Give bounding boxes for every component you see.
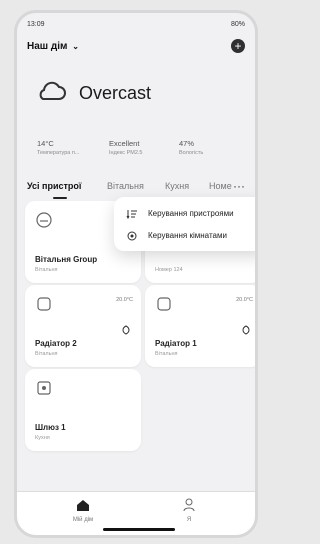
home-icon — [77, 500, 89, 511]
nav-my-home[interactable]: Мій дім — [53, 498, 113, 523]
humidity-stat: 47% Вологість — [179, 139, 203, 156]
device-temp: 20.0°C — [116, 297, 133, 303]
home-header: Наш дім ⌄ + — [27, 39, 245, 57]
home-title: Наш дім — [27, 41, 68, 52]
menu-label: Керування кімнатами — [148, 231, 227, 240]
tab-all-devices[interactable]: Усі пристрої — [27, 181, 81, 191]
device-room: Вітальня — [35, 267, 58, 273]
more-tabs-button[interactable]: ··· — [233, 179, 245, 193]
nav-profile[interactable]: Я — [159, 498, 219, 523]
device-room: Вітальня — [35, 351, 58, 357]
device-room: Номер 124 — [155, 267, 183, 273]
eco-icon — [122, 325, 130, 335]
user-icon — [183, 498, 195, 512]
menu-item-manage-rooms[interactable]: Керування кімнатами — [126, 227, 255, 245]
eco-icon — [242, 325, 250, 335]
context-menu: Керування пристроями Керування кімнатами — [114, 197, 255, 251]
device-temp: 20.0°C — [236, 297, 253, 303]
temperature-label: Температура п... — [37, 150, 80, 156]
gear-icon — [127, 231, 137, 241]
weather-panel: Overcast — [35, 79, 255, 109]
device-name: Радіатор 2 — [35, 339, 77, 348]
weather-stats: 14°C Температура п... Excellent Індекс P… — [37, 139, 255, 165]
device-group-icon — [36, 212, 52, 228]
gesture-bar — [103, 528, 175, 531]
chevron-down-icon: ⌄ — [72, 42, 79, 51]
device-name: Шлюз 1 — [35, 423, 66, 432]
tab-living-room[interactable]: Вітальня — [107, 181, 144, 191]
temperature-value: 14°C — [37, 139, 54, 148]
tab-room[interactable]: Номе — [209, 181, 232, 191]
status-battery: 80% — [230, 21, 245, 28]
home-selector[interactable]: Наш дім ⌄ — [27, 41, 79, 52]
radiator-valve-icon — [157, 297, 171, 311]
bottom-nav: Мій дім Я — [17, 491, 255, 535]
cloud-icon — [39, 81, 66, 100]
sort-list-icon — [126, 210, 137, 220]
tab-kitchen[interactable]: Кухня — [165, 181, 189, 191]
active-tab-indicator — [53, 197, 67, 199]
humidity-label: Вологість — [179, 150, 204, 156]
pm25-value: Excellent — [109, 139, 140, 148]
temperature-stat: 14°C Температура п... — [37, 139, 79, 156]
pm25-stat: Excellent Індекс PM2.5 — [109, 139, 142, 156]
menu-label: Керування пристроями — [148, 209, 234, 218]
pm25-label: Індекс PM2.5 — [109, 150, 143, 156]
nav-profile-label: Я — [186, 517, 192, 523]
status-time: 13:09 — [27, 21, 45, 28]
nav-home-label: Мій дім — [72, 517, 94, 523]
phone-screen: 13:09 80% Наш дім ⌄ + Overcast 14°C Темп… — [14, 10, 258, 538]
device-name: Вітальня Group — [35, 255, 98, 264]
radiator-valve-icon — [37, 297, 51, 311]
status-bar: 13:09 80% — [27, 21, 245, 33]
device-card-radiator-1[interactable]: 20.0°C Радіатор 1 Вітальня — [145, 285, 255, 367]
device-room: Вітальня — [155, 351, 178, 357]
device-card-radiator-2[interactable]: 20.0°C Радіатор 2 Вітальня — [25, 285, 141, 367]
device-name: Радіатор 1 — [155, 339, 197, 348]
gateway-icon — [37, 381, 51, 395]
device-room: Кухня — [35, 435, 50, 441]
device-card-gateway[interactable]: Шлюз 1 Кухня — [25, 369, 141, 451]
humidity-value: 47% — [179, 139, 195, 148]
add-button[interactable]: + — [231, 39, 245, 53]
weather-condition: Overcast — [79, 83, 152, 103]
menu-item-manage-devices[interactable]: Керування пристроями — [126, 205, 255, 223]
